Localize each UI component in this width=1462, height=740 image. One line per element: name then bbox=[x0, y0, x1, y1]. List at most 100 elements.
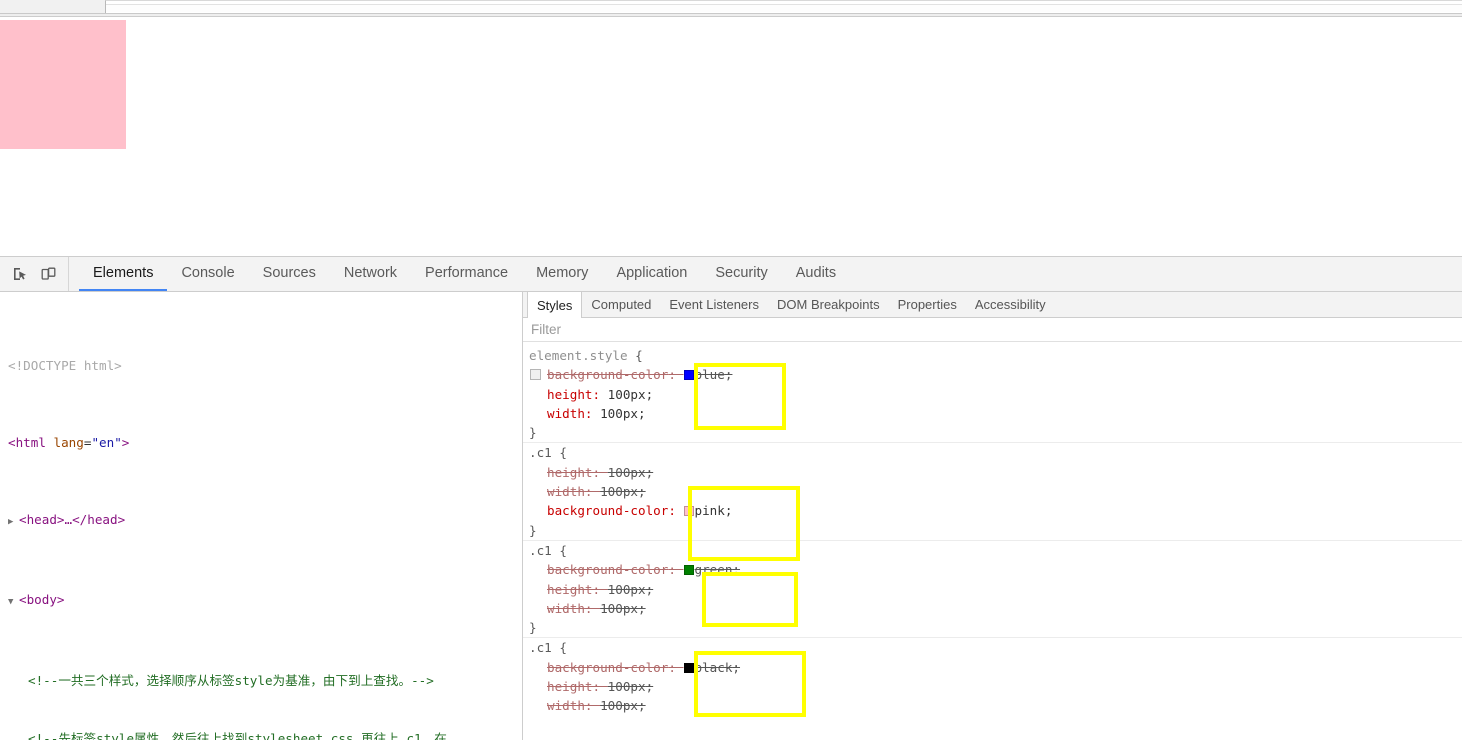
html-tag-close-bracket: > bbox=[121, 435, 130, 451]
rule-selector-3: .c1 bbox=[529, 640, 552, 656]
styles-tab-event-listeners[interactable]: Event Listeners bbox=[660, 292, 768, 317]
semi-2-1: ; bbox=[645, 581, 654, 597]
css-rule-c1-black[interactable]: .c1 { background-color: black; height: 1… bbox=[523, 638, 1462, 715]
prop-name-bg-blue: background-color bbox=[547, 367, 669, 383]
prop-name-height-2: height bbox=[547, 581, 593, 597]
semi-3-0: ; bbox=[732, 659, 741, 675]
prop-name-width-1: width bbox=[547, 484, 585, 500]
tab-application[interactable]: Application bbox=[602, 257, 701, 291]
colon-2-0: : bbox=[668, 562, 684, 578]
prop-value-width-1: 100px bbox=[600, 484, 639, 500]
dom-line-head[interactable]: ▶ <head>…</head> bbox=[0, 510, 522, 532]
close-brace-line-2: } bbox=[529, 618, 1462, 637]
declaration-bg-pink[interactable]: background-color: pink; bbox=[529, 501, 1462, 520]
tab-elements[interactable]: Elements bbox=[79, 257, 168, 291]
styles-pane: Styles Computed Event Listeners DOM Brea… bbox=[523, 292, 1462, 740]
tab-memory[interactable]: Memory bbox=[522, 257, 602, 291]
colon-2-2: : bbox=[584, 600, 601, 616]
styles-tab-properties[interactable]: Properties bbox=[889, 292, 966, 317]
styles-tab-accessibility[interactable]: Accessibility bbox=[966, 292, 1055, 317]
declaration-bg-black[interactable]: background-color: black; bbox=[529, 658, 1462, 677]
css-rules-list: element.style { background-color: blue; … bbox=[523, 342, 1462, 716]
styles-filter-input[interactable]: Filter bbox=[531, 322, 561, 337]
styles-tab-styles[interactable]: Styles bbox=[527, 292, 583, 318]
chrome-divider bbox=[0, 14, 1462, 17]
semi-2-0: ; bbox=[732, 562, 741, 578]
tab-audits[interactable]: Audits bbox=[782, 257, 850, 291]
body-open-text: <body> bbox=[19, 592, 65, 608]
declaration-bg-green[interactable]: background-color: green; bbox=[529, 560, 1462, 579]
prop-name-bg-green: background-color bbox=[547, 562, 669, 578]
open-brace-0: { bbox=[627, 348, 643, 363]
close-brace-2: } bbox=[529, 620, 537, 636]
declaration-width-3[interactable]: width: 100px; bbox=[529, 696, 1462, 715]
declaration-width-0[interactable]: width: 100px; bbox=[529, 404, 1462, 423]
color-swatch-blue[interactable] bbox=[683, 370, 694, 381]
css-rule-c1-pink[interactable]: .c1 { height: 100px; width: 100px; backg… bbox=[523, 443, 1462, 541]
close-brace-0: } bbox=[529, 425, 537, 441]
devtools-toolbar: Elements Console Sources Network Perform… bbox=[0, 257, 1462, 292]
color-swatch-pink[interactable] bbox=[683, 506, 694, 517]
inspect-element-icon[interactable] bbox=[6, 260, 34, 288]
declaration-height-0[interactable]: height: 100px; bbox=[529, 385, 1462, 404]
styles-filter-bar[interactable]: Filter bbox=[523, 318, 1462, 342]
dom-line-doctype: <!DOCTYPE html> bbox=[0, 356, 522, 375]
dom-line-comment-1: <!--一共三个样式，选择顺序从标签style为基准，由下到上查找。--> bbox=[0, 671, 522, 690]
device-toolbar-icon[interactable] bbox=[34, 260, 62, 288]
colon-0-1: : bbox=[592, 386, 608, 402]
prop-value-height-2: 100px bbox=[607, 581, 646, 597]
rule-selector-line-3: .c1 { bbox=[529, 638, 1462, 657]
semi-1-2: ; bbox=[724, 503, 733, 519]
colon-1-0: : bbox=[592, 464, 608, 480]
tab-performance[interactable]: Performance bbox=[411, 257, 522, 291]
rule-selector-1: .c1 bbox=[529, 445, 552, 461]
head-node-text: <head>…</head> bbox=[19, 512, 126, 528]
declaration-width-2[interactable]: width: 100px; bbox=[529, 599, 1462, 618]
colon-2-1: : bbox=[592, 581, 608, 597]
semi-1-0: ; bbox=[645, 464, 654, 480]
semi-3-2: ; bbox=[638, 698, 646, 714]
rule-selector-2: .c1 bbox=[529, 542, 552, 558]
collapse-triangle-icon[interactable]: ▼ bbox=[8, 593, 19, 612]
declaration-checkbox-bg-blue[interactable] bbox=[530, 369, 541, 381]
dom-line-comment-2: <!--先标签style属性。然后往上找到stylesheet.css,再往上.… bbox=[0, 729, 522, 740]
prop-value-width-2: 100px bbox=[600, 600, 639, 616]
styles-tab-dom-breakpoints[interactable]: DOM Breakpoints bbox=[768, 292, 889, 317]
prop-name-height-0: height bbox=[547, 386, 593, 402]
colon-0-0: : bbox=[668, 367, 684, 383]
declaration-height-3[interactable]: height: 100px; bbox=[529, 677, 1462, 696]
tab-security[interactable]: Security bbox=[701, 257, 781, 291]
prop-value-bg-green: green bbox=[694, 562, 733, 578]
css-rule-c1-green[interactable]: .c1 { background-color: green; height: 1… bbox=[523, 541, 1462, 639]
css-rule-element-style[interactable]: element.style { background-color: blue; … bbox=[523, 346, 1462, 444]
dom-line-html-open[interactable]: <html lang="en"> bbox=[0, 433, 522, 452]
prop-name-width-3: width bbox=[547, 698, 585, 714]
tab-console[interactable]: Console bbox=[167, 257, 248, 291]
styles-tab-computed[interactable]: Computed bbox=[582, 292, 660, 317]
declaration-height-1[interactable]: height: 100px; bbox=[529, 463, 1462, 482]
rule-selector-0: element.style bbox=[529, 348, 628, 363]
prop-name-width-2: width bbox=[547, 600, 585, 616]
dom-line-body-open[interactable]: ▼ <body> bbox=[0, 590, 522, 612]
prop-value-height-1: 100px bbox=[607, 464, 646, 480]
declaration-width-1[interactable]: width: 100px; bbox=[529, 482, 1462, 501]
doctype-text: <!DOCTYPE html> bbox=[8, 357, 122, 373]
expand-triangle-icon[interactable]: ▶ bbox=[8, 513, 19, 532]
colon-1-1: : bbox=[584, 484, 601, 500]
devtools-screenshot: Elements Console Sources Network Perform… bbox=[0, 0, 1462, 740]
prop-name-width-0: width bbox=[547, 405, 585, 421]
prop-name-height-1: height bbox=[547, 464, 593, 480]
declaration-bg-blue[interactable]: background-color: blue; bbox=[529, 365, 1462, 384]
open-brace-2: { bbox=[551, 542, 567, 558]
dom-tree-pane[interactable]: <!DOCTYPE html> <html lang="en"> ▶ <head>… bbox=[0, 292, 523, 740]
tab-network[interactable]: Network bbox=[330, 257, 411, 291]
browser-address-bar[interactable] bbox=[106, 4, 1462, 12]
devtools-tool-icons bbox=[0, 257, 69, 291]
color-swatch-green[interactable] bbox=[683, 565, 694, 576]
space-1 bbox=[46, 435, 54, 450]
color-swatch-black[interactable] bbox=[683, 662, 694, 673]
tab-sources[interactable]: Sources bbox=[249, 257, 330, 291]
declaration-height-2[interactable]: height: 100px; bbox=[529, 580, 1462, 599]
semi-0-2: ; bbox=[638, 405, 646, 421]
colon-1-2: : bbox=[668, 503, 684, 519]
